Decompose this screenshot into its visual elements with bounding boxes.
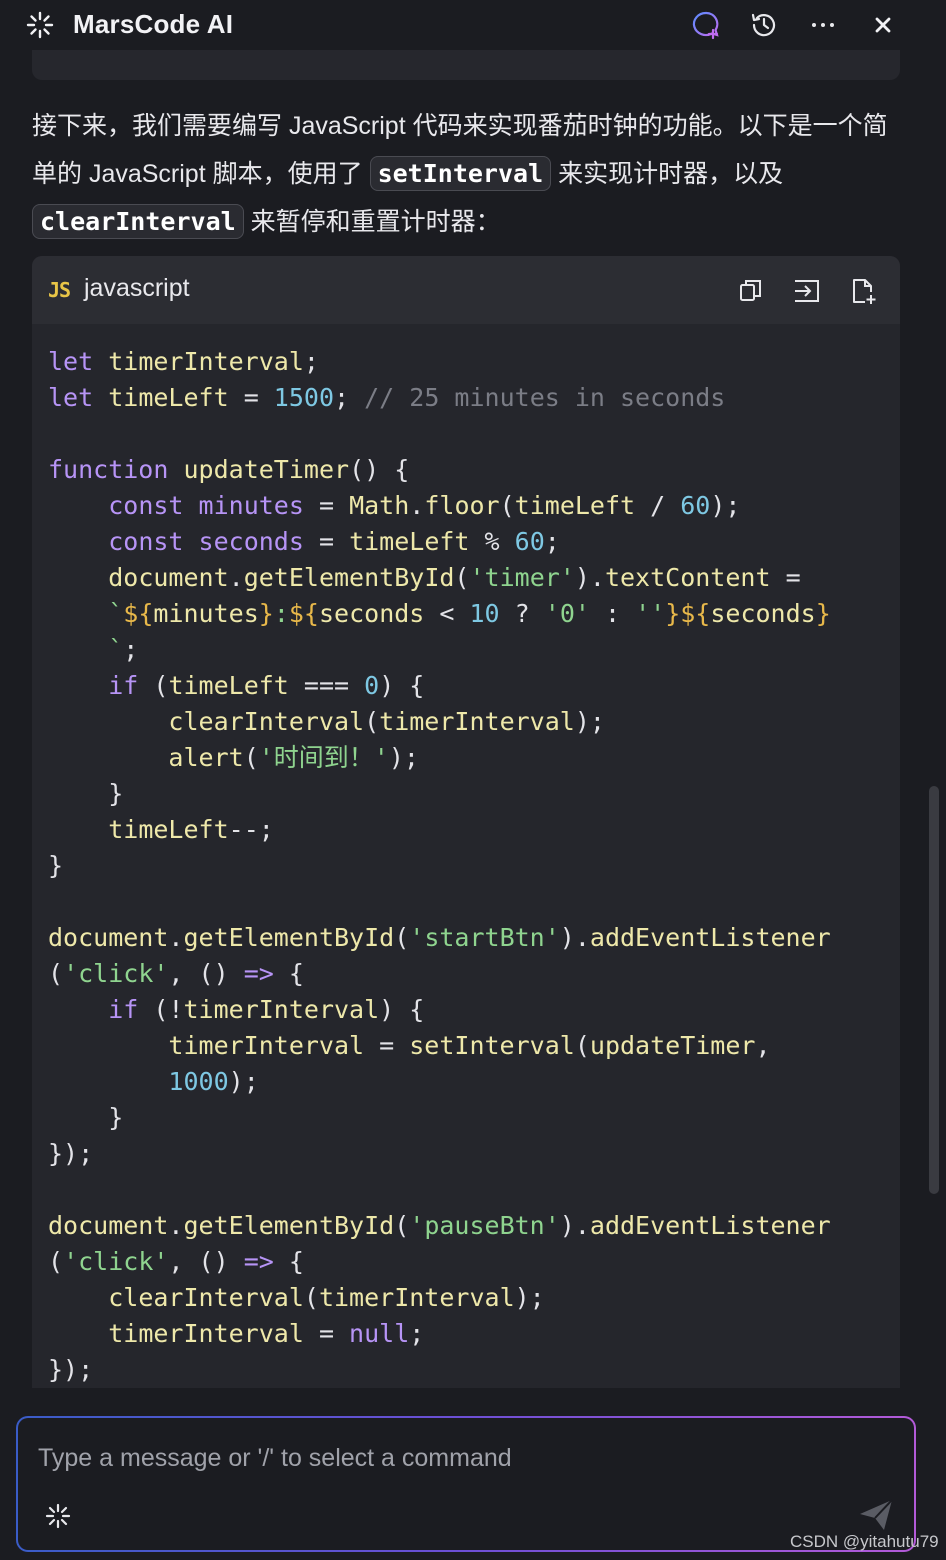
send-icon[interactable] <box>856 1494 896 1534</box>
inline-code: clearInterval <box>32 204 244 239</box>
copy-icon[interactable] <box>736 276 766 306</box>
insert-icon[interactable] <box>792 276 822 306</box>
chat-input-box <box>18 1418 914 1550</box>
panel-header: MarsCode AI <box>0 0 946 52</box>
message-text: 来实现计时器，以及 <box>551 160 784 188</box>
watermark-text: CSDN @yitahutu79 <box>790 1532 939 1551</box>
inline-code: setInterval <box>369 156 552 191</box>
code-block: JS javascript let timerInterval; let tim… <box>32 256 900 1388</box>
ai-spark-icon[interactable] <box>44 1502 72 1530</box>
close-button[interactable] <box>866 8 900 42</box>
history-icon <box>751 13 776 37</box>
js-language-icon: JS <box>48 278 71 302</box>
chat-input-container <box>16 1416 916 1552</box>
marscode-logo-icon <box>26 11 54 39</box>
more-icon <box>812 23 834 27</box>
code-language-label: javascript <box>84 274 190 302</box>
message-text: 来暂停和重置计时器： <box>243 208 501 236</box>
code-block-header: JS javascript <box>32 256 900 324</box>
previous-code-card <box>32 50 900 80</box>
new-file-icon[interactable] <box>848 276 878 306</box>
more-button[interactable] <box>806 8 840 42</box>
chat-plus-icon <box>692 11 719 40</box>
close-icon <box>875 17 891 33</box>
chat-message-input[interactable] <box>38 1438 858 1478</box>
scrollbar-thumb[interactable] <box>929 786 939 1194</box>
app-title: MarsCode AI <box>73 9 234 39</box>
assistant-message-text: 接下来，我们需要编写 JavaScript 代码来实现番茄时钟的功能。以下是一个… <box>32 102 902 246</box>
code-content: let timerInterval; let timeLeft = 1500; … <box>48 347 831 1384</box>
new-chat-button[interactable] <box>689 8 723 42</box>
history-button[interactable] <box>747 8 781 42</box>
